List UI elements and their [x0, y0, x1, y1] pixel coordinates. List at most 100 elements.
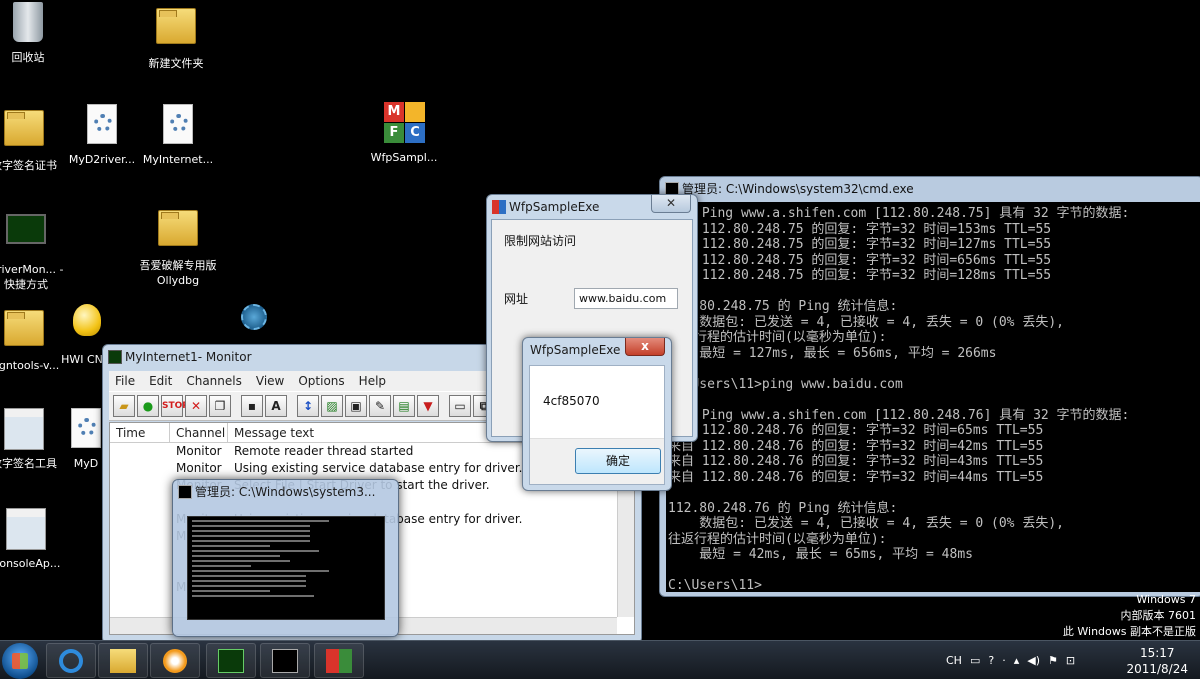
console-line: 正在 Ping www.a.shifen.com [112.80.248.75]… — [668, 206, 1130, 221]
taskbar-monitor[interactable] — [206, 643, 256, 678]
desktop-icon-drivermon[interactable]: DriverMon... - 快捷方式 — [0, 208, 66, 292]
language-indicator[interactable]: CH — [946, 654, 962, 667]
watermark-genuine: 此 Windows 副本不是正版 — [1062, 625, 1196, 638]
monitor-app-icon — [218, 649, 244, 673]
row-time — [110, 443, 170, 460]
taskbar-thumbnail-preview[interactable]: 管理员: C:\Windows\system3... — [172, 479, 399, 637]
console-line: 来自 112.80.248.75 的回复: 字节=32 时间=128ms TTL… — [668, 268, 1052, 283]
console-line: 来自 112.80.248.76 的回复: 字节=32 时间=44ms TTL=… — [668, 469, 1044, 485]
row-time — [110, 494, 170, 511]
ok-button[interactable]: 确定 — [575, 448, 661, 474]
internet-explorer-icon — [59, 649, 83, 673]
taskbar-wfpsample[interactable] — [314, 643, 364, 678]
cmd-window[interactable]: 管理员: C:\Windows\system32\cmd.exe 正在 Ping… — [659, 176, 1200, 597]
stop-icon[interactable]: STOP — [161, 395, 189, 417]
url-label: 网址 — [504, 292, 529, 306]
keyboard-icon[interactable]: ▭ — [970, 654, 980, 667]
mfc-app-icon — [492, 200, 506, 214]
row-time — [110, 460, 170, 477]
settings-icon[interactable]: · — [1002, 654, 1006, 667]
row-channel: Monitor — [176, 444, 222, 458]
highlight-icon[interactable]: ▼ — [417, 395, 439, 417]
wfp-main-titlebar[interactable]: WfpSampleExe ✕ — [487, 195, 697, 219]
config-file-icon — [82, 104, 122, 148]
desktop-icon-myd2river[interactable]: MyD2river... — [62, 104, 142, 167]
taskbar-explorer[interactable] — [98, 643, 148, 678]
msgbox-titlebar[interactable]: WfpSampleExe x — [523, 338, 671, 362]
capture-icon[interactable]: ▤ — [393, 395, 415, 417]
media-player-icon — [163, 649, 187, 673]
desktop-icon-consoleapp[interactable]: ConsoleAp... — [0, 508, 66, 571]
start-button[interactable] — [2, 643, 38, 679]
url-input[interactable]: www.baidu.com — [574, 288, 678, 309]
msgbox-message: 4cf85070 — [543, 394, 600, 408]
cmd-titlebar[interactable]: 管理员: C:\Windows\system32\cmd.exe — [660, 177, 1200, 201]
show-hidden-icons[interactable]: ▴ — [1014, 654, 1020, 667]
close-button[interactable]: x — [625, 338, 665, 356]
desktop-icon-ollydbg[interactable]: 吾爱破解专用版Ollydbg — [138, 204, 218, 288]
erase-icon[interactable]: ✎ — [369, 395, 391, 417]
console-line: 来自 112.80.248.75 的回复: 字节=32 时间=656ms TTL… — [668, 252, 1052, 268]
menu-options[interactable]: Options — [298, 374, 344, 388]
console-line: 112.80.248.75 的 Ping 统计信息: — [668, 299, 898, 314]
msgbox-content: 4cf85070 确定 — [529, 365, 665, 485]
thumbnail-console-preview — [187, 516, 385, 620]
desktop-icon-cert[interactable]: 数字签名证书 — [0, 104, 64, 173]
desktop-icon-label: 数字签名证书 — [0, 159, 57, 172]
font-icon[interactable]: A — [265, 395, 287, 417]
windows-watermark: Windows 7 内部版本 7601 此 Windows 副本不是正版 — [1063, 592, 1196, 640]
menu-channels[interactable]: Channels — [186, 374, 242, 388]
row-time — [110, 477, 170, 494]
delete-icon[interactable]: ✕ — [185, 395, 207, 417]
open-icon[interactable]: ▰ — [113, 395, 135, 417]
menu-help[interactable]: Help — [359, 374, 386, 388]
console-line: C:\Users\11> — [668, 578, 762, 592]
action-center-icon[interactable]: ⚑ — [1048, 654, 1058, 667]
desktop-icon-signtool[interactable]: 数字签名工具 — [0, 408, 64, 471]
watermark-os: Windows 7 — [1136, 593, 1196, 606]
console-line: 来自 112.80.248.75 的回复: 字节=32 时间=153ms TTL… — [668, 221, 1052, 237]
network-icon[interactable]: ⊡ — [1066, 654, 1075, 667]
clock-time: 15:17 — [1139, 646, 1175, 660]
computer-icon[interactable]: ▭ — [449, 395, 471, 417]
volume-icon[interactable]: ◀) — [1027, 654, 1040, 667]
desktop-icon-wfpsample[interactable]: M F C WfpSampl... — [364, 102, 444, 165]
desktop-icon-label: MyD2river... — [68, 153, 136, 166]
console-line: 往返行程的估计时间(以毫秒为单位): — [668, 330, 887, 345]
menu-edit[interactable]: Edit — [149, 374, 172, 388]
desktop-icon-recycle-bin[interactable]: 回收站 — [0, 2, 68, 65]
autoscroll-icon[interactable]: ↕ — [297, 395, 319, 417]
copy-icon[interactable]: ❐ — [209, 395, 231, 417]
monitor-app-icon — [108, 350, 122, 364]
console-line: 数据包: 已发送 = 4, 已接收 = 4, 丢失 = 0 (0% 丢失), — [668, 314, 1064, 330]
taskbar-ie[interactable] — [46, 643, 96, 678]
row-channel: Monitor — [176, 461, 222, 475]
thumbnail-titlebar: 管理员: C:\Windows\system3... — [173, 480, 398, 504]
column-time[interactable]: Time — [110, 423, 170, 442]
folder-icon — [4, 310, 44, 354]
taskbar-cmd[interactable] — [260, 643, 310, 678]
savefilter-icon[interactable]: ▣ — [345, 395, 367, 417]
close-button[interactable]: ✕ — [651, 195, 691, 213]
cmd-icon — [272, 649, 298, 673]
desktop-icon-label: DriverMon... - 快捷方式 — [0, 263, 64, 291]
console-line: 来自 112.80.248.76 的回复: 字节=32 时间=42ms TTL=… — [668, 438, 1044, 454]
cmd-console-output[interactable]: 正在 Ping www.a.shifen.com [112.80.248.75]… — [666, 202, 1200, 592]
desktop-icon-label: 数字签名工具 — [0, 457, 57, 470]
menu-file[interactable]: File — [115, 374, 135, 388]
desktop-icon-new-folder[interactable]: 新建文件夹 — [136, 2, 216, 71]
taskbar-media-player[interactable] — [150, 643, 200, 678]
console-line: 最短 = 42ms, 最长 = 65ms, 平均 = 48ms — [668, 547, 973, 562]
desktop-icon-myinternet[interactable]: MyInternet... — [138, 104, 218, 167]
column-channel[interactable]: Channel — [170, 423, 228, 442]
thumbnail-title: 管理员: C:\Windows\system3... — [195, 485, 376, 499]
msgbox-footer: 确定 — [530, 438, 664, 484]
message-box[interactable]: WfpSampleExe x 4cf85070 确定 — [522, 337, 672, 491]
desktop-icon-label: ConsoleAp... — [0, 557, 61, 570]
menu-view[interactable]: View — [256, 374, 284, 388]
taskbar-clock[interactable]: 15:17 2011/8/24 — [1126, 645, 1188, 677]
save-icon[interactable]: ▪ — [241, 395, 263, 417]
go-icon[interactable]: ● — [137, 395, 159, 417]
filter-icon[interactable]: ▨ — [321, 395, 343, 417]
help-icon[interactable]: ? — [988, 654, 994, 667]
